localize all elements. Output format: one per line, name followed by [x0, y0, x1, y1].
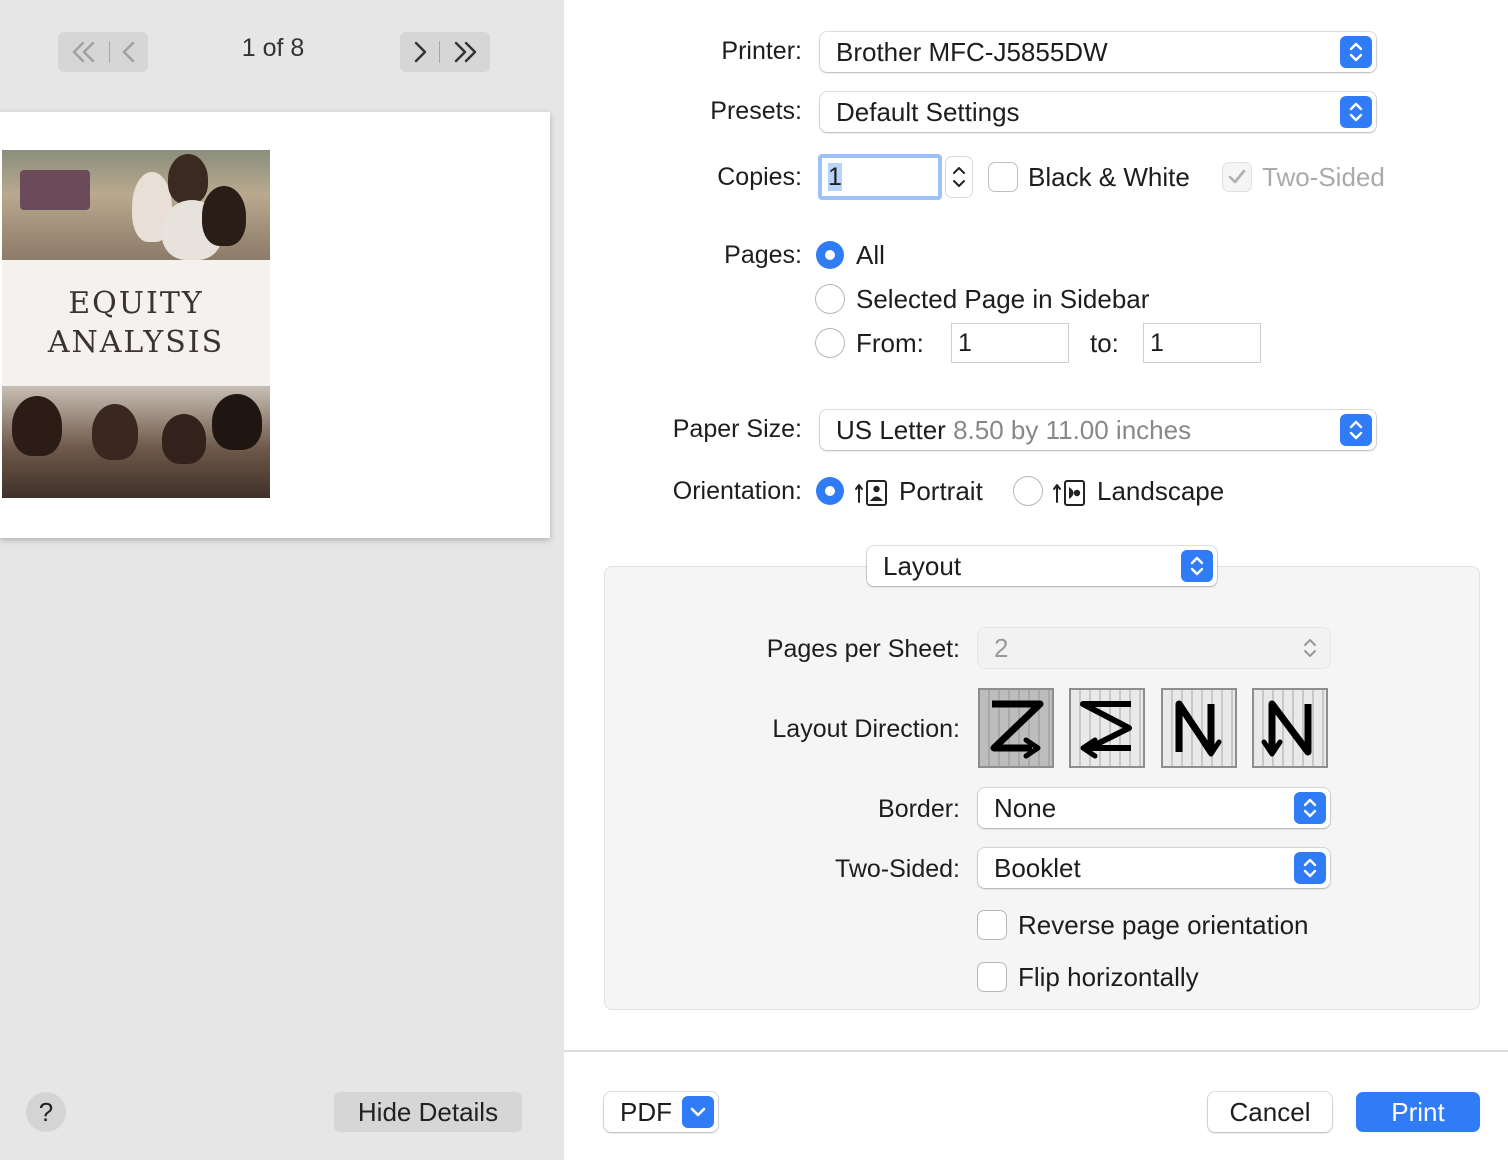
next-page-buttons[interactable] — [400, 32, 490, 72]
layout-direction-z-button[interactable] — [978, 688, 1054, 768]
pages-from-label[interactable]: From: — [856, 328, 924, 359]
nav-separator — [108, 41, 110, 63]
printer-popup[interactable]: Brother MFC-J5855DW — [820, 32, 1376, 72]
landscape-radio[interactable] — [1014, 477, 1042, 505]
chevron-up-down-icon — [1340, 414, 1372, 446]
paper-size-detail: 8.50 by 11.00 inches — [953, 415, 1192, 445]
pages-label: Pages: — [724, 241, 802, 269]
landscape-icon — [1053, 480, 1085, 506]
pages-selected-label[interactable]: Selected Page in Sidebar — [856, 284, 1149, 315]
portrait-radio[interactable] — [816, 477, 844, 505]
two-sided-mode-label: Two-Sided: — [834, 855, 960, 883]
portrait-label[interactable]: Portrait — [899, 476, 983, 507]
pages-per-sheet-label: Pages per Sheet: — [766, 635, 960, 663]
copies-stepper[interactable] — [946, 157, 972, 197]
chevron-up-down-icon — [1294, 632, 1326, 664]
footer-divider — [564, 1050, 1508, 1052]
cover-title-line2: ANALYSIS — [47, 325, 225, 360]
printer-label: Printer: — [721, 37, 802, 65]
reverse-orientation-checkbox[interactable] — [978, 911, 1006, 939]
two-sided-label: Two-Sided — [1262, 162, 1385, 192]
pages-to-input[interactable]: 1 — [1143, 323, 1261, 363]
presets-popup[interactable]: Default Settings — [820, 92, 1376, 132]
reverse-n-icon — [1175, 700, 1222, 757]
preview-sidebar: 1 of 8 EQUITY ANALYSIS ? Hide Details — [0, 0, 564, 1160]
previous-page-icon[interactable] — [120, 40, 138, 64]
section-menu-popup[interactable]: Layout — [867, 546, 1217, 586]
prev-page-buttons[interactable] — [58, 32, 148, 72]
paper-size-value: US Letter — [836, 415, 954, 445]
checkmark-icon — [1228, 169, 1246, 184]
first-page-icon[interactable] — [69, 40, 99, 64]
cover-image: EQUITY ANALYSIS — [2, 150, 270, 498]
cover-title-line1: EQUITY — [68, 286, 204, 321]
family-photo-bottom — [2, 386, 270, 498]
presets-label: Presets: — [710, 97, 802, 125]
border-popup[interactable]: None — [978, 788, 1330, 828]
border-label: Border: — [878, 795, 960, 823]
help-button[interactable]: ? — [26, 1092, 66, 1132]
z-icon — [990, 700, 1044, 759]
copies-input[interactable]: 1 — [818, 154, 942, 200]
layout-direction-label: Layout Direction: — [772, 715, 960, 743]
hide-details-button[interactable]: Hide Details — [334, 1092, 522, 1132]
reverse-z-icon — [1080, 701, 1132, 759]
cancel-button[interactable]: Cancel — [1208, 1092, 1332, 1132]
pages-per-sheet-value: 2 — [994, 633, 1009, 663]
presets-value: Default Settings — [836, 97, 1020, 127]
page-indicator: 1 of 8 — [241, 34, 305, 62]
chevron-up-down-icon — [1340, 36, 1372, 68]
pages-from-input[interactable]: 1 — [951, 323, 1069, 363]
layout-direction-reverse-z-button[interactable] — [1069, 688, 1145, 768]
chevron-up-down-icon — [1294, 792, 1326, 824]
two-sided-checkbox[interactable] — [1223, 163, 1251, 191]
chevron-up-down-icon — [1340, 96, 1372, 128]
chevron-down-icon — [682, 1096, 714, 1128]
pdf-menu-button[interactable]: PDF — [604, 1092, 718, 1132]
border-value: None — [994, 793, 1057, 823]
orientation-label: Orientation: — [672, 477, 802, 505]
stepper-down-icon[interactable] — [952, 179, 966, 189]
copies-label: Copies: — [717, 163, 802, 191]
last-page-icon[interactable] — [450, 40, 480, 64]
flip-horizontally-label[interactable]: Flip horizontally — [1018, 962, 1199, 993]
two-sided-mode-popup[interactable]: Booklet — [978, 848, 1330, 888]
pages-all-label[interactable]: All — [856, 240, 885, 271]
black-white-label[interactable]: Black & White — [1028, 162, 1190, 193]
chevron-up-down-icon — [1294, 852, 1326, 884]
landscape-label[interactable]: Landscape — [1097, 476, 1224, 507]
section-menu-value: Layout — [883, 551, 962, 581]
chevron-up-down-icon — [1181, 550, 1213, 582]
layout-direction-reverse-n-button[interactable] — [1161, 688, 1237, 768]
next-page-icon[interactable] — [411, 40, 429, 64]
pages-to-label: to: — [1090, 328, 1119, 358]
family-photo-top — [2, 150, 270, 260]
pdf-label: PDF — [620, 1097, 672, 1127]
nav-separator — [438, 41, 440, 63]
page-preview: EQUITY ANALYSIS — [0, 112, 550, 538]
flip-horizontally-checkbox[interactable] — [978, 963, 1006, 991]
stepper-up-icon[interactable] — [952, 165, 966, 175]
pages-all-radio[interactable] — [816, 241, 844, 269]
print-button[interactable]: Print — [1356, 1092, 1480, 1132]
n-icon — [1261, 700, 1312, 757]
reverse-orientation-label[interactable]: Reverse page orientation — [1018, 910, 1309, 941]
two-sided-mode-value: Booklet — [994, 853, 1081, 883]
layout-direction-n-button[interactable] — [1252, 688, 1328, 768]
copies-value: 1 — [828, 163, 842, 191]
pages-selected-radio[interactable] — [816, 285, 844, 313]
black-white-checkbox[interactable] — [989, 163, 1017, 191]
paper-size-label: Paper Size: — [672, 415, 802, 443]
paper-size-popup[interactable]: US Letter 8.50 by 11.00 inches — [820, 410, 1376, 450]
pages-per-sheet-popup[interactable]: 2 — [978, 628, 1330, 668]
printer-value: Brother MFC-J5855DW — [836, 37, 1108, 67]
pages-from-radio[interactable] — [816, 329, 844, 357]
portrait-icon — [855, 480, 887, 506]
